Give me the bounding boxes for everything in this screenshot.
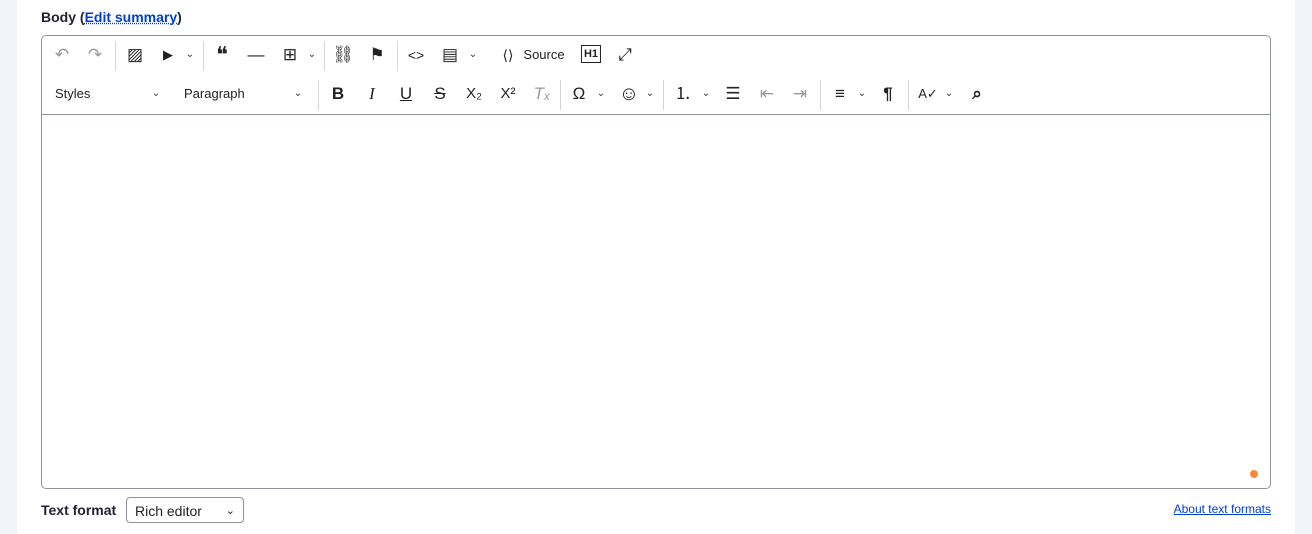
insert-image-icon[interactable]: ▨: [127, 45, 143, 65]
paragraph-dropdown[interactable]: Paragraph: [184, 84, 245, 104]
chevron-down-icon[interactable]: ⌄: [152, 84, 160, 104]
indent-icon[interactable]: ⇥: [793, 84, 807, 104]
undo-icon[interactable]: ↶: [55, 45, 69, 65]
chevron-down-icon[interactable]: ⌄: [858, 84, 866, 104]
chevron-down-icon[interactable]: ⌄: [702, 84, 710, 104]
bulleted-list-icon[interactable]: ☰: [725, 84, 740, 104]
chevron-down-icon[interactable]: ⌄: [469, 45, 477, 65]
spellcheck-icon[interactable]: A✓: [918, 84, 938, 104]
horizontal-line-icon[interactable]: —: [248, 45, 265, 65]
subscript-icon[interactable]: X₂: [466, 84, 482, 104]
anchor-flag-icon[interactable]: ⚑: [369, 45, 384, 65]
strikethrough-icon[interactable]: S: [434, 84, 445, 104]
chevron-down-icon[interactable]: ⌄: [308, 45, 316, 65]
fullscreen-icon[interactable]: ⤢: [618, 45, 632, 65]
special-characters-icon[interactable]: Ω: [573, 84, 586, 104]
edit-summary-link[interactable]: Edit summary: [85, 9, 178, 25]
about-text-formats-link[interactable]: About text formats: [1174, 502, 1271, 516]
heading-id-icon[interactable]: H1: [580, 45, 602, 63]
body-label: Body (Edit summary): [41, 9, 182, 25]
status-dot: [1250, 470, 1258, 478]
redo-icon[interactable]: ↷: [88, 45, 102, 65]
editor-toolbar: ↶ ↷ ▨ ▶ ⌄ ❝ — ⊞ ⌄ ⛓ ⚑ <> ▤ ⌄ ⟨⟩ Source H…: [42, 36, 1270, 115]
italic-icon[interactable]: I: [369, 84, 375, 104]
numbered-list-icon[interactable]: ⒈: [675, 84, 692, 104]
link-icon[interactable]: ⛓: [332, 45, 354, 65]
code-icon[interactable]: <>: [408, 45, 424, 65]
text-format-label: Text format: [41, 502, 117, 518]
insert-media-icon[interactable]: ▶: [163, 45, 173, 65]
text-format-select[interactable]: Rich editor ⌄: [126, 497, 244, 523]
block-quote-icon[interactable]: ❝: [216, 44, 228, 66]
insert-table-icon[interactable]: ⊞: [283, 45, 297, 65]
chevron-down-icon[interactable]: ⌄: [597, 84, 605, 104]
chevron-down-icon[interactable]: ⌄: [294, 84, 302, 104]
code-block-icon[interactable]: ▤: [442, 45, 458, 65]
outdent-icon[interactable]: ⇤: [760, 84, 774, 104]
chevron-down-icon[interactable]: ⌄: [186, 45, 194, 65]
remove-format-icon[interactable]: Tₓ: [534, 84, 551, 104]
chevron-down-icon[interactable]: ⌄: [646, 84, 654, 104]
underline-icon[interactable]: U: [400, 84, 412, 104]
find-replace-icon[interactable]: ⌕: [972, 84, 982, 104]
chevron-down-icon: ⌄: [225, 505, 235, 517]
source-icon[interactable]: ⟨⟩: [503, 45, 514, 65]
emoji-icon[interactable]: ☺: [619, 84, 639, 104]
chevron-down-icon[interactable]: ⌄: [945, 84, 953, 104]
rich-text-editor[interactable]: ↶ ↷ ▨ ▶ ⌄ ❝ — ⊞ ⌄ ⛓ ⚑ <> ▤ ⌄ ⟨⟩ Source H…: [41, 35, 1271, 489]
source-button[interactable]: Source: [523, 45, 564, 65]
text-direction-icon[interactable]: ¶: [883, 84, 892, 104]
bold-icon[interactable]: B: [332, 84, 344, 104]
text-alignment-icon[interactable]: ≡: [835, 84, 845, 104]
styles-dropdown[interactable]: Styles: [55, 84, 90, 104]
superscript-icon[interactable]: X²: [501, 84, 516, 104]
